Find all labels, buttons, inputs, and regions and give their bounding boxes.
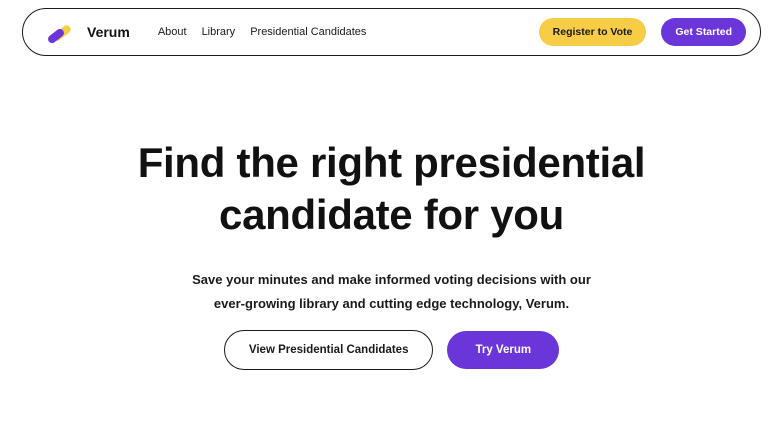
landing-page: Verum About Library Presidential Candida… (0, 0, 783, 438)
view-presidential-candidates-button[interactable]: View Presidential Candidates (223, 330, 434, 370)
hero-actions: View Presidential Candidates Try Verum (0, 330, 783, 370)
verum-logo-icon (48, 25, 71, 44)
brand-logo[interactable]: Verum (47, 9, 130, 55)
hero-subtitle: Save your minutes and make informed voti… (0, 268, 783, 316)
nav-link-about[interactable]: About (158, 26, 187, 38)
register-to-vote-button[interactable]: Register to Vote (538, 18, 647, 46)
try-verum-button[interactable]: Try Verum (447, 331, 560, 369)
nav-link-presidential-candidates[interactable]: Presidential Candidates (250, 26, 366, 38)
nav-link-library[interactable]: Library (202, 26, 236, 38)
get-started-button[interactable]: Get Started (661, 18, 746, 46)
hero-title-line-2: candidate for you (219, 191, 564, 238)
hero-subtitle-line-2: ever-growing library and cutting edge te… (213, 296, 570, 311)
hero-subtitle-line-1: Save your minutes and make informed voti… (192, 272, 591, 287)
hero-title-line-1: Find the right presidential (137, 139, 646, 186)
nav-actions: Register to Vote Get Started (538, 18, 746, 46)
nav-links: About Library Presidential Candidates (158, 26, 382, 38)
brand-name: Verum (87, 24, 130, 40)
top-navbar: Verum About Library Presidential Candida… (22, 8, 761, 56)
hero-title: Find the right presidential candidate fo… (0, 137, 783, 241)
